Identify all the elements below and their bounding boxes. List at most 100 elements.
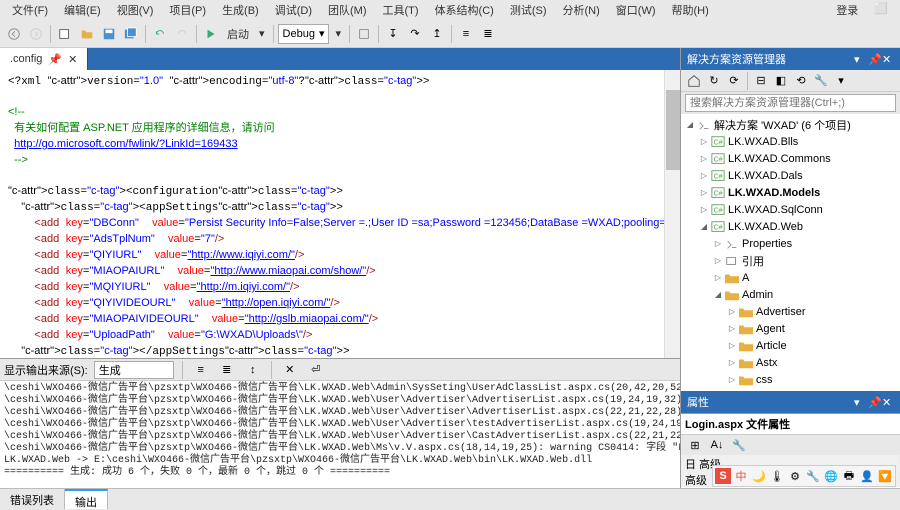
properties-icon[interactable]: 🔧: [812, 72, 830, 90]
tree-expander-icon[interactable]: ▷: [699, 137, 709, 147]
menu-item[interactable]: 帮助(H): [664, 0, 717, 20]
config-dropdown[interactable]: Debug ▾: [278, 24, 330, 44]
start-debug-icon[interactable]: [201, 24, 221, 44]
categorize-icon[interactable]: ⊞: [685, 435, 705, 455]
menu-item[interactable]: 文件(F): [4, 0, 56, 20]
collapse-icon[interactable]: ⊟: [752, 72, 770, 90]
tray-icon[interactable]: 🌐: [823, 468, 839, 484]
window-control-icon[interactable]: ⬜: [866, 0, 896, 20]
tree-expander-icon[interactable]: ▷: [713, 256, 723, 266]
panel-pin-icon[interactable]: 📌: [868, 396, 880, 408]
tree-item[interactable]: ▷Advertiser: [681, 303, 900, 320]
nav-back-icon[interactable]: [4, 24, 24, 44]
tray-icon[interactable]: S: [715, 468, 731, 484]
show-all-icon[interactable]: ◧: [772, 72, 790, 90]
tree-expander-icon[interactable]: ◢: [699, 222, 709, 232]
code-editor[interactable]: <?xml "c-attr">version="1.0" "c-attr">en…: [0, 70, 680, 358]
start-label[interactable]: 启动: [223, 26, 253, 42]
menu-item[interactable]: 视图(V): [109, 0, 162, 20]
tree-item[interactable]: ◢Admin: [681, 286, 900, 303]
save-all-icon[interactable]: [121, 24, 141, 44]
tree-expander-icon[interactable]: ▷: [699, 188, 709, 198]
save-icon[interactable]: [99, 24, 119, 44]
solution-tree[interactable]: ◢解决方案 'WXAD' (6 个项目)▷C#LK.WXAD.Blls▷C#LK…: [681, 114, 900, 391]
tree-expander-icon[interactable]: ▷: [727, 341, 737, 351]
dropdown-chevron-icon[interactable]: ▾: [255, 27, 269, 40]
menu-item[interactable]: 工具(T): [375, 0, 427, 20]
output-clear-icon[interactable]: ✕: [280, 360, 300, 380]
tree-item[interactable]: ▷C#LK.WXAD.SqlConn: [681, 201, 900, 218]
tree-expander-icon[interactable]: ▷: [727, 307, 737, 317]
refresh-icon[interactable]: ⟲: [792, 72, 810, 90]
tree-item[interactable]: ▷C#LK.WXAD.Blls: [681, 133, 900, 150]
new-project-icon[interactable]: [55, 24, 75, 44]
panel-close-icon[interactable]: ✕: [882, 53, 894, 65]
menu-item[interactable]: 体系结构(C): [427, 0, 502, 20]
tree-expander-icon[interactable]: ▷: [699, 171, 709, 181]
menu-item[interactable]: 生成(B): [214, 0, 267, 20]
tree-item[interactable]: ▷C#LK.WXAD.Dals: [681, 167, 900, 184]
home-icon[interactable]: [685, 72, 703, 90]
tree-expander-icon[interactable]: ▷: [727, 375, 737, 385]
sign-in-link[interactable]: 登录: [828, 0, 866, 20]
nav-forward-icon[interactable]: [26, 24, 46, 44]
output-wrap-icon[interactable]: ⏎: [306, 360, 326, 380]
uncomment-icon[interactable]: ≣: [478, 24, 498, 44]
dropdown-chevron-icon[interactable]: ▾: [331, 27, 345, 40]
alpha-sort-icon[interactable]: A↓: [707, 435, 727, 455]
scrollbar-thumb[interactable]: [666, 90, 680, 170]
tree-expander-icon[interactable]: ▷: [699, 205, 709, 215]
menu-item[interactable]: 项目(P): [161, 0, 214, 20]
menu-item[interactable]: 团队(M): [320, 0, 375, 20]
panel-pin-icon[interactable]: 📌: [868, 53, 880, 65]
tray-icon[interactable]: 👤: [859, 468, 875, 484]
bottom-tab-output[interactable]: 输出: [65, 489, 108, 509]
tree-item[interactable]: ▷Astx: [681, 354, 900, 371]
pin-icon[interactable]: 📌: [48, 53, 62, 66]
tree-expander-icon[interactable]: ◢: [685, 120, 695, 130]
tree-expander-icon[interactable]: ◢: [713, 290, 723, 300]
open-file-icon[interactable]: [77, 24, 97, 44]
tray-icon[interactable]: 🖶: [841, 468, 857, 484]
close-icon[interactable]: ✕: [68, 53, 77, 66]
tray-icon[interactable]: 🔽: [877, 468, 893, 484]
tree-item[interactable]: ▷Article: [681, 337, 900, 354]
bottom-tab-error-list[interactable]: 错误列表: [0, 489, 65, 509]
tray-icon[interactable]: 🌡: [769, 468, 785, 484]
output-toolbar-icon[interactable]: ≡: [191, 360, 211, 380]
tree-expander-icon[interactable]: ▷: [713, 273, 723, 283]
toolbar-icon[interactable]: ⟳: [725, 72, 743, 90]
tree-expander-icon[interactable]: ▷: [699, 154, 709, 164]
props-icon[interactable]: 🔧: [729, 435, 749, 455]
menu-item[interactable]: 测试(S): [502, 0, 555, 20]
tree-item[interactable]: ▷css: [681, 371, 900, 388]
tree-item[interactable]: ▷Agent: [681, 320, 900, 337]
toolbar-icon[interactable]: ↻: [705, 72, 723, 90]
step-out-icon[interactable]: ↥: [427, 24, 447, 44]
toolbar-button-icon[interactable]: [354, 24, 374, 44]
output-source-select[interactable]: 生成: [94, 361, 174, 379]
tray-icon[interactable]: 🔧: [805, 468, 821, 484]
tray-icon[interactable]: ⚙: [787, 468, 803, 484]
tree-item[interactable]: ▷C#LK.WXAD.Commons: [681, 150, 900, 167]
solution-search-input[interactable]: [685, 94, 896, 112]
tray-icon[interactable]: 🌙: [751, 468, 767, 484]
menu-item[interactable]: 编辑(E): [56, 0, 109, 20]
editor-tab[interactable]: .config 📌 ✕: [0, 48, 88, 70]
toolbar-icon[interactable]: ▾: [832, 72, 850, 90]
step-icon[interactable]: ↧: [383, 24, 403, 44]
panel-dropdown-icon[interactable]: ▾: [854, 396, 866, 408]
tray-icon[interactable]: 中: [733, 468, 749, 484]
menu-item[interactable]: 分析(N): [555, 0, 608, 20]
comment-icon[interactable]: ≡: [456, 24, 476, 44]
output-toolbar-icon[interactable]: ↕: [243, 360, 263, 380]
step-over-icon[interactable]: ↷: [405, 24, 425, 44]
output-text[interactable]: \ceshi\WXO466-微信广告平台\pzsxtp\WXO466-微信广告平…: [0, 381, 680, 488]
undo-icon[interactable]: [150, 24, 170, 44]
tree-item[interactable]: ▷Properties: [681, 235, 900, 252]
tree-item[interactable]: ◢解决方案 'WXAD' (6 个项目): [681, 116, 900, 133]
output-toolbar-icon[interactable]: ≣: [217, 360, 237, 380]
menu-item[interactable]: 调试(D): [267, 0, 320, 20]
editor-scrollbar-vertical[interactable]: [664, 70, 680, 358]
tree-expander-icon[interactable]: ▷: [713, 239, 723, 249]
